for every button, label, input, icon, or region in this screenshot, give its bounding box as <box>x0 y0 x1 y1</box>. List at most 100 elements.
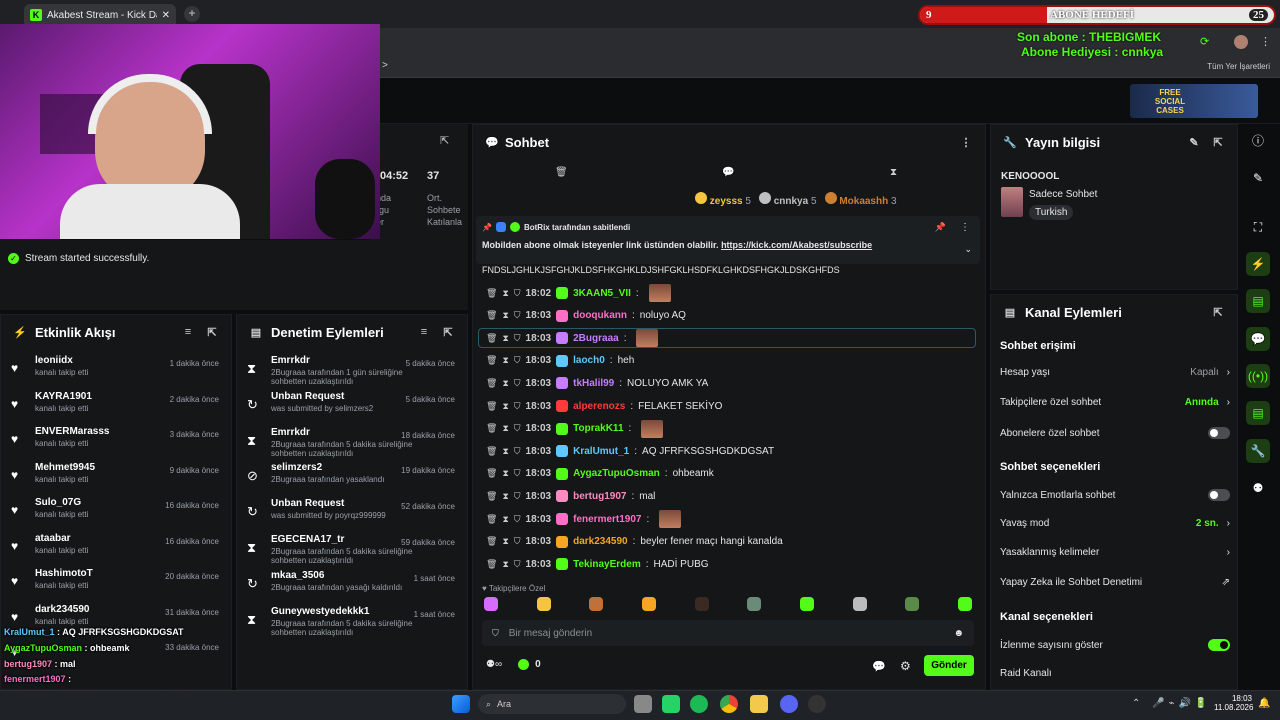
moderation-item[interactable]: ↻ Unban Request was submitted by selimze… <box>237 391 467 427</box>
lightning-icon[interactable]: ⚡ <box>1246 252 1270 276</box>
activity-item[interactable]: ♥ Sulo_07G kanalı takip etti 16 dakika ö… <box>1 497 231 533</box>
notification-bell-icon[interactable]: 🔔 <box>1258 698 1270 709</box>
account-age-row[interactable]: Hesap yaşı Kapalı › <box>1000 367 1230 378</box>
emote-button[interactable] <box>957 597 972 611</box>
activity-item[interactable]: ♥ leoniidx kanalı takip etti 1 dakika ön… <box>1 355 231 391</box>
discord-icon[interactable] <box>780 695 798 713</box>
delete-message-icon[interactable]: 🗑 <box>486 559 497 570</box>
close-tab-icon[interactable]: ✕ <box>162 10 170 21</box>
browser-tab[interactable]: K Akabest Stream - Kick Dashboa ✕ <box>24 4 176 26</box>
chat-message[interactable]: 🗑 ⧗ ⛉ 18:02 3KAAN5_VII: <box>486 284 671 302</box>
chat-username[interactable]: 3KAAN5_VII <box>573 288 631 299</box>
chat-message[interactable]: 🗑 ⧗ ⛉ 18:03 AygazTupuOsman: ohbeamk <box>486 465 714 483</box>
timeout-icon[interactable]: ⧗ <box>502 288 508 299</box>
timeout-icon[interactable]: ⧗ <box>502 468 508 479</box>
emote-button[interactable] <box>799 597 814 611</box>
whatsapp-icon[interactable] <box>662 695 680 713</box>
emote-button[interactable] <box>905 597 920 611</box>
popout-icon[interactable]: ⇱ <box>205 325 219 339</box>
chat-settings-bubble-icon[interactable]: 💬 <box>872 660 886 673</box>
chat-message[interactable]: 🗑 ⧗ ⛉ 18:03 TekinayErdem: HADİ PUBG <box>486 555 709 573</box>
top-gifter[interactable]: zeysss 5 <box>695 192 751 207</box>
pencil-icon[interactable]: ✎ <box>1246 166 1270 190</box>
subs-only-toggle[interactable] <box>1208 427 1230 439</box>
expand-chevron-icon[interactable]: ⌄ <box>964 244 972 255</box>
taskbar-clock[interactable]: 18:03 11.08.2026 <box>1214 694 1253 712</box>
ban-shield-icon[interactable]: ⛉ <box>514 288 521 299</box>
menu-icon[interactable]: ⋮ <box>1260 35 1271 48</box>
chat-message[interactable]: 🗑 ⧗ ⛉ 18:03 2Bugraaa: <box>486 329 659 348</box>
timeout-icon[interactable]: ⧗ <box>502 401 508 412</box>
timeout-icon[interactable]: ⧗ <box>502 536 508 547</box>
chrome-icon[interactable] <box>720 695 738 713</box>
emote-button[interactable] <box>694 597 709 611</box>
ban-shield-icon[interactable]: ⛉ <box>514 378 521 389</box>
timeout-icon[interactable]: ⧗ <box>502 491 508 502</box>
moderation-item[interactable]: ⧗ Guneywestyedekkk1 2Bugraaa tarafından … <box>237 606 467 642</box>
chat-message[interactable]: 🗑 ⧗ ⛉ 18:03 alperenozs: FELAKET SEKİYO <box>486 397 722 415</box>
chat-icon[interactable]: 💬 <box>722 167 734 178</box>
popout-icon[interactable]: ⇱ <box>441 325 455 339</box>
timeout-icon[interactable]: ⧗ <box>502 514 508 525</box>
taskbar-search[interactable]: ⌕ Ara <box>478 694 626 714</box>
ban-shield-icon[interactable]: ⛉ <box>514 559 521 570</box>
more-options-icon[interactable]: ⋮ <box>959 135 973 149</box>
chat-message[interactable]: 🗑 ⧗ ⛉ 18:03 KralUmut_1: AQ JFRFKSGSHGDKD… <box>486 442 774 460</box>
cluster-icon[interactable]: ⚉ <box>1246 476 1270 500</box>
chat-username[interactable]: TekinayErdem <box>573 559 641 570</box>
delete-message-icon[interactable]: 🗑 <box>486 355 497 366</box>
delete-message-icon[interactable]: 🗑 <box>486 514 497 525</box>
obs-icon[interactable] <box>808 695 826 713</box>
timeout-icon[interactable]: ⧗ <box>502 333 508 344</box>
chat-username[interactable]: dark234590 <box>573 536 628 547</box>
file-explorer-icon[interactable] <box>750 695 768 713</box>
timeout-icon[interactable]: ⧗ <box>502 423 508 434</box>
activity-item[interactable]: ♥ HashimotoT kanalı takip etti 20 dakika… <box>1 568 231 604</box>
moderation-item[interactable]: ↻ mkaa_3506 2Bugraaa tarafından yasağı k… <box>237 570 467 606</box>
emote-button[interactable] <box>484 597 498 611</box>
emotes-only-toggle[interactable] <box>1208 489 1230 501</box>
chat-username[interactable]: 2Bugraaa <box>573 333 619 344</box>
hourglass-icon[interactable]: ⧗ <box>890 167 897 178</box>
timeout-icon[interactable]: ⧗ <box>502 310 508 321</box>
followers-only-row[interactable]: Takipçilere özel sohbet Anında › <box>1000 397 1230 408</box>
unpin-icon[interactable]: 📌 <box>935 222 946 233</box>
gear-icon[interactable]: ⚙ <box>900 659 911 673</box>
broadcast-icon[interactable]: ((•)) <box>1246 364 1270 388</box>
wrench-icon[interactable]: 🔧 <box>1246 439 1270 463</box>
moderation-item[interactable]: ⧗ Emrrkdr 2Bugraaa tarafından 5 dakika s… <box>237 427 467 463</box>
bookmarks-folder-label[interactable]: Tüm Yer İşaretleri <box>1207 62 1270 71</box>
chat-username[interactable]: fenermert1907 <box>573 514 641 525</box>
chat-username[interactable]: tkHalil99 <box>573 378 614 389</box>
emote-button[interactable] <box>747 597 762 611</box>
activity-item[interactable]: ♥ Mehmet9945 kanalı takip etti 9 dakika … <box>1 462 231 498</box>
ban-shield-icon[interactable]: ⛉ <box>514 491 521 502</box>
chat-message[interactable]: 🗑 ⧗ ⛉ 18:03 dark234590: beyler fener maç… <box>486 533 783 551</box>
info-icon[interactable]: ⓘ <box>1246 128 1270 152</box>
ban-shield-icon[interactable]: ⛉ <box>514 468 521 479</box>
moderation-item[interactable]: ⧗ EGECENA17_tr 2Bugraaa tarafından 5 dak… <box>237 534 467 570</box>
timeout-icon[interactable]: ⧗ <box>502 559 508 570</box>
chat-input[interactable]: ⛉ Bir mesaj gönderin ☻ <box>482 620 974 646</box>
chat-username[interactable]: dooqukann <box>573 310 627 321</box>
profile-avatar[interactable] <box>1234 35 1248 49</box>
extension-icon[interactable]: ⟳ <box>1200 35 1209 48</box>
delete-message-icon[interactable]: 🗑 <box>486 491 497 502</box>
top-gifter[interactable]: cnnkya 5 <box>758 192 817 207</box>
chat-message[interactable]: 🗑 ⧗ ⛉ 18:03 fenermert1907: <box>486 510 682 528</box>
document-icon[interactable]: ▤ <box>1246 289 1270 313</box>
ban-shield-icon[interactable]: ⛉ <box>514 355 521 366</box>
chat-username[interactable]: alperenozs <box>573 401 625 412</box>
raid-row[interactable]: Raid Kanalı <box>1000 668 1230 679</box>
slow-mode-row[interactable]: Yavaş mod 2 sn. › <box>1000 518 1230 529</box>
delete-message-icon[interactable]: 🗑 <box>486 288 497 299</box>
emote-button[interactable] <box>852 597 867 611</box>
chat-username[interactable]: KralUmut_1 <box>573 446 629 457</box>
task-view-icon[interactable] <box>634 695 652 713</box>
top-gifter[interactable]: Mokaashh 3 <box>824 192 897 207</box>
server-icon[interactable]: ▤ <box>1246 401 1270 425</box>
moderation-item[interactable]: ⊘ selimzers2 2Bugraaa tarafından yasakla… <box>237 462 467 498</box>
moderation-item[interactable]: ⧗ Emrrkdr 2Bugraaa tarafından 1 gün süre… <box>237 355 467 391</box>
chat-message[interactable]: 🗑 ⧗ ⛉ 18:03 bertug1907: mal <box>486 487 655 505</box>
chat-message[interactable]: 🗑 ⧗ ⛉ 18:03 dooqukann: noluyo AQ <box>486 307 686 325</box>
